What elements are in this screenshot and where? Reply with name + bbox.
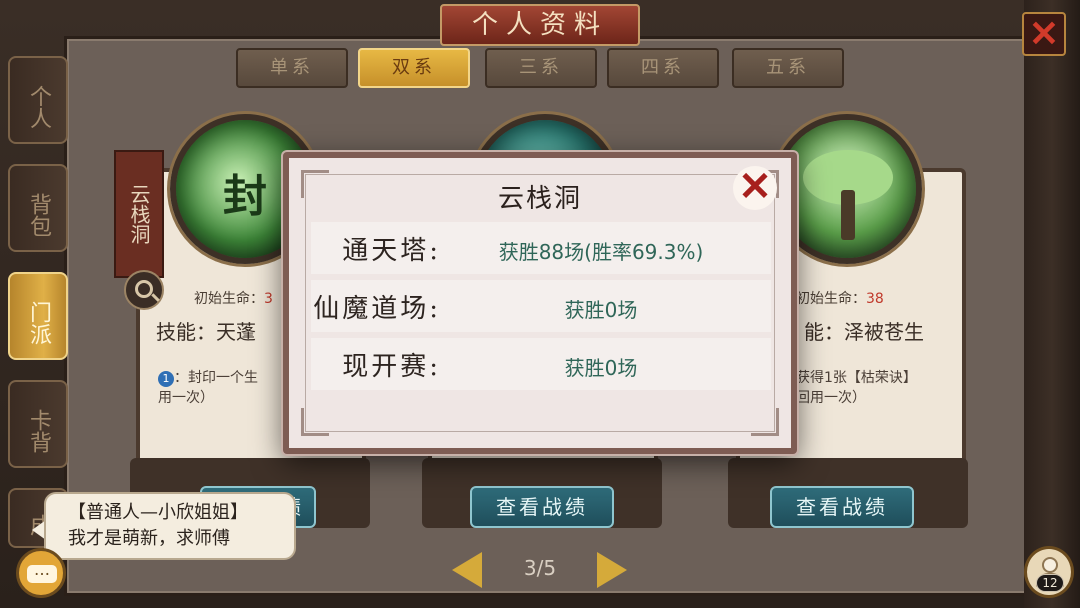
stat-value: 获胜0场 (564, 356, 638, 380)
stat-value: 获胜0场 (564, 298, 638, 322)
stat-value: 获胜88场(胜率69.3%) (498, 240, 704, 264)
stat-label: 通天塔: (342, 236, 441, 266)
stat-row-arena: 仙魔道场: 获胜0场 (311, 280, 771, 332)
dialog-title: 云栈洞 (497, 184, 582, 214)
sect-stats-dialog: 云栈洞 ✕ 通天塔: 获胜88场(胜率69.3%) 仙魔道场: 获胜0场 现开赛… (283, 152, 797, 454)
stat-row-open-match: 现开赛: 获胜0场 (311, 338, 771, 390)
corner-ornament (751, 408, 779, 436)
close-icon[interactable]: ✕ (733, 166, 777, 210)
stat-row-tower: 通天塔: 获胜88场(胜率69.3%) (311, 222, 771, 274)
stat-label: 仙魔道场: (313, 294, 441, 324)
corner-ornament (301, 408, 329, 436)
stat-label: 现开赛: (342, 352, 441, 382)
